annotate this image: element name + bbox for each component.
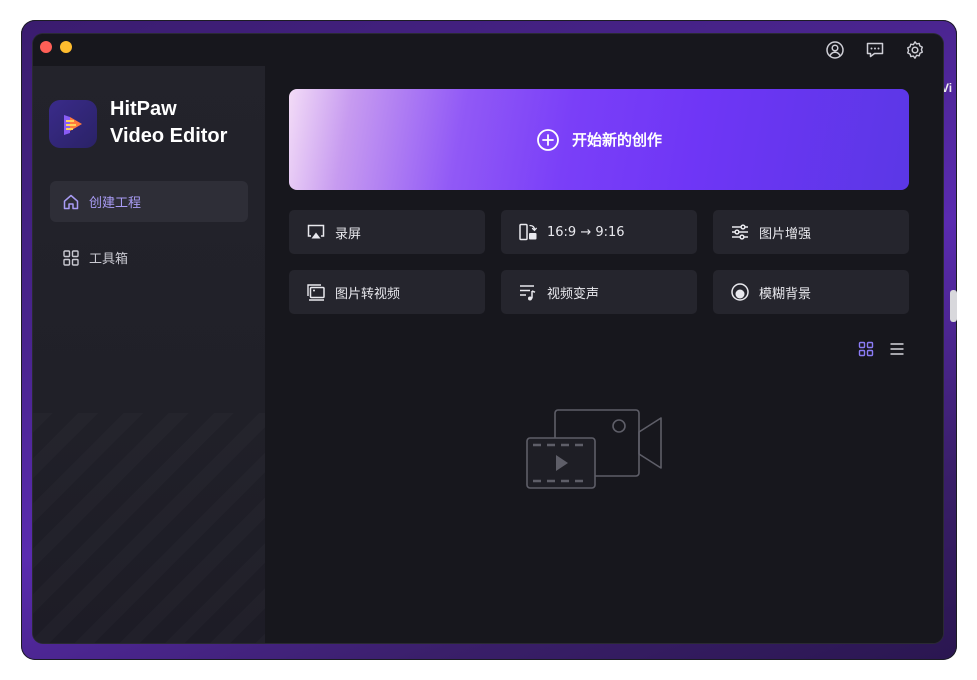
main-panel: 开始新的创作 录屏 16:9 → 9:16 图片增强 图片转视频 视频变声 模糊… bbox=[265, 66, 943, 643]
tool-image-to-video[interactable]: 图片转视频 bbox=[289, 270, 485, 314]
screen-record-icon bbox=[306, 222, 326, 242]
tool-image-enhance[interactable]: 图片增强 bbox=[713, 210, 909, 254]
grid-view-icon bbox=[858, 341, 874, 357]
start-new-creation-label: 开始新的创作 bbox=[571, 131, 662, 149]
title-bar bbox=[33, 34, 943, 66]
minimize-window-button[interactable] bbox=[60, 41, 72, 53]
grid-view-button[interactable] bbox=[856, 339, 876, 359]
image-to-video-icon bbox=[306, 282, 326, 302]
tool-screen-record[interactable]: 录屏 bbox=[289, 210, 485, 254]
sidebar: HitPaw Video Editor 创建工程 工具箱 bbox=[33, 66, 265, 643]
tool-label: 视频变声 bbox=[547, 286, 600, 302]
tool-label: 图片增强 bbox=[759, 226, 812, 242]
blur-background-icon bbox=[730, 282, 750, 302]
grid-icon bbox=[61, 248, 81, 268]
background-window-handle bbox=[950, 290, 957, 322]
sidebar-decoration bbox=[33, 413, 265, 643]
aspect-ratio-icon bbox=[518, 222, 538, 242]
hitpaw-logo-icon bbox=[49, 100, 97, 148]
empty-video-icon bbox=[525, 408, 665, 498]
sidebar-item-label: 创建工程 bbox=[89, 196, 142, 211]
background-window-text: Vi bbox=[941, 81, 953, 95]
brand-name-line1: HitPaw bbox=[110, 98, 177, 120]
app-brand: HitPaw Video Editor bbox=[110, 96, 227, 150]
close-window-button[interactable] bbox=[40, 41, 52, 53]
sidebar-item-toolbox[interactable]: 工具箱 bbox=[50, 237, 248, 278]
account-icon[interactable] bbox=[824, 39, 846, 61]
feedback-icon[interactable] bbox=[864, 39, 886, 61]
home-icon bbox=[61, 192, 81, 212]
tool-aspect-ratio[interactable]: 16:9 → 9:16 bbox=[501, 210, 697, 254]
plus-circle-icon bbox=[536, 128, 560, 152]
sidebar-item-label: 工具箱 bbox=[89, 252, 129, 267]
list-view-icon bbox=[890, 343, 904, 355]
settings-icon[interactable] bbox=[904, 39, 926, 61]
list-view-button[interactable] bbox=[887, 339, 907, 359]
app-window: HitPaw Video Editor 创建工程 工具箱 开始新的创作 录屏 1… bbox=[33, 34, 943, 643]
voice-change-icon bbox=[518, 282, 538, 302]
tool-label: 图片转视频 bbox=[335, 286, 401, 302]
tool-label: 16:9 → 9:16 bbox=[547, 224, 625, 240]
brand-name-line2: Video Editor bbox=[110, 125, 228, 147]
tool-voice-change[interactable]: 视频变声 bbox=[501, 270, 697, 314]
sliders-icon bbox=[730, 222, 750, 242]
start-new-creation-button[interactable]: 开始新的创作 bbox=[289, 89, 909, 190]
tool-blur-background[interactable]: 模糊背景 bbox=[713, 270, 909, 314]
sidebar-item-create-project[interactable]: 创建工程 bbox=[50, 181, 248, 222]
tool-label: 录屏 bbox=[335, 226, 362, 242]
tool-label: 模糊背景 bbox=[759, 286, 812, 302]
